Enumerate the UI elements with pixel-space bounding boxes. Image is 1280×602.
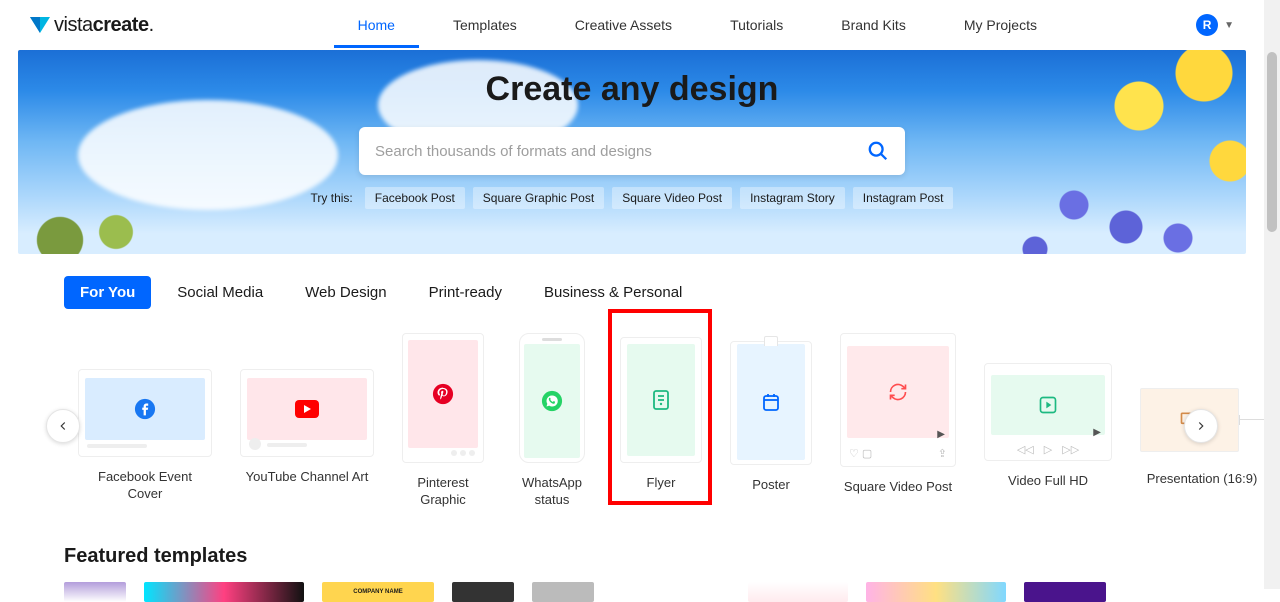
- format-label: Video Full HD: [1008, 473, 1088, 490]
- format-thumb: ▶ ◁◁▷▷▷: [984, 363, 1112, 461]
- template-thumb[interactable]: [144, 582, 304, 602]
- refresh-icon: [888, 382, 908, 402]
- format-video-full-hd[interactable]: ▶ ◁◁▷▷▷ Video Full HD: [984, 333, 1112, 490]
- hero-title: Create any design: [486, 70, 779, 109]
- carousel-next-button[interactable]: [1184, 409, 1218, 443]
- nav-creative-assets[interactable]: Creative Assets: [551, 3, 696, 48]
- flyer-icon: [651, 389, 671, 411]
- format-label: Facebook Event Cover: [80, 469, 210, 503]
- template-thumb[interactable]: [452, 582, 514, 602]
- chevron-right-icon: [1194, 419, 1208, 433]
- template-thumb[interactable]: [532, 582, 594, 602]
- format-whatsapp-status[interactable]: WhatsApp status: [512, 333, 592, 509]
- nav-brand-kits[interactable]: Brand Kits: [817, 3, 930, 48]
- format-thumb: [240, 369, 374, 457]
- formats-carousel: Facebook Event Cover YouTube Channel Art: [0, 333, 1264, 509]
- youtube-icon: [295, 400, 319, 418]
- chip-instagram-story[interactable]: Instagram Story: [740, 187, 845, 209]
- format-label: Flyer: [647, 475, 676, 492]
- format-square-video-post[interactable]: ▶ ♡ ▢ ⇪ Square Video Post: [840, 333, 956, 496]
- hero-decor-left: [18, 184, 158, 254]
- template-thumb[interactable]: [612, 582, 730, 602]
- calendar-icon: [762, 392, 780, 412]
- format-flyer[interactable]: Flyer: [620, 333, 702, 492]
- search-icon[interactable]: [867, 140, 889, 162]
- carousel-prev-button[interactable]: [46, 409, 80, 443]
- chevron-left-icon: [56, 419, 70, 433]
- tab-print-ready[interactable]: Print-ready: [413, 276, 518, 309]
- format-pinterest-graphic[interactable]: Pinterest Graphic: [402, 333, 484, 509]
- format-label: WhatsApp status: [512, 475, 592, 509]
- rewind-icon: ◁◁: [1017, 443, 1034, 456]
- forward-icon: ▷▷: [1062, 443, 1079, 456]
- featured-templates-title: Featured templates: [64, 545, 1264, 568]
- heart-icon: ♡ ▢: [849, 447, 872, 460]
- format-thumb: [730, 341, 812, 465]
- format-label: Presentation (16:9): [1147, 471, 1258, 488]
- search-bar[interactable]: [359, 127, 905, 175]
- format-thumb: ▶ ♡ ▢ ⇪: [840, 333, 956, 467]
- logo-text-2: create: [93, 14, 149, 37]
- tab-for-you[interactable]: For You: [64, 276, 151, 309]
- nav-my-projects[interactable]: My Projects: [940, 3, 1061, 48]
- tab-web-design[interactable]: Web Design: [289, 276, 402, 309]
- template-thumb[interactable]: [64, 582, 126, 602]
- header-right: R ▼: [1196, 14, 1234, 36]
- nav-tutorials[interactable]: Tutorials: [706, 3, 807, 48]
- whatsapp-icon: [541, 390, 563, 412]
- template-thumb[interactable]: [866, 582, 1006, 602]
- facebook-icon: [134, 398, 156, 420]
- chip-square-video-post[interactable]: Square Video Post: [612, 187, 732, 209]
- template-thumb[interactable]: [1024, 582, 1106, 602]
- scrollbar-thumb[interactable]: [1267, 52, 1277, 232]
- hero-decor-right: [996, 50, 1246, 254]
- user-menu-caret-icon[interactable]: ▼: [1224, 20, 1234, 31]
- template-thumb[interactable]: COMPANY NAME: [322, 582, 434, 602]
- share-icon: ⇪: [938, 447, 947, 460]
- logo-text-1: vista: [54, 14, 93, 37]
- play-indicator-icon: ▶: [1093, 427, 1101, 438]
- format-label: Square Video Post: [844, 479, 952, 496]
- format-poster[interactable]: Poster: [730, 333, 812, 494]
- chip-instagram-post[interactable]: Instagram Post: [853, 187, 954, 209]
- format-label: Poster: [752, 477, 790, 494]
- play-box-icon: [1038, 395, 1058, 415]
- template-thumb[interactable]: [748, 582, 848, 602]
- logo[interactable]: vistacreate.: [30, 14, 154, 37]
- logo-icon: [30, 15, 50, 35]
- tab-business-personal[interactable]: Business & Personal: [528, 276, 698, 309]
- main-nav: Home Templates Creative Assets Tutorials…: [334, 3, 1061, 48]
- category-tabs: For You Social Media Web Design Print-re…: [64, 276, 1264, 309]
- format-thumb: [78, 369, 212, 457]
- nav-templates[interactable]: Templates: [429, 3, 541, 48]
- nav-home[interactable]: Home: [334, 3, 419, 48]
- pinterest-icon: [432, 383, 454, 405]
- format-youtube-channel-art[interactable]: YouTube Channel Art: [240, 333, 374, 486]
- try-suggestions: Try this: Facebook Post Square Graphic P…: [311, 187, 954, 209]
- format-label: YouTube Channel Art: [246, 469, 369, 486]
- format-thumb: [402, 333, 484, 463]
- featured-templates-row: COMPANY NAME: [0, 582, 1264, 602]
- play-icon: ▷: [1044, 443, 1052, 456]
- top-header: vistacreate. Home Templates Creative Ass…: [0, 0, 1264, 50]
- page-scrollbar[interactable]: [1264, 0, 1280, 589]
- format-label: Pinterest Graphic: [402, 475, 484, 509]
- tab-social-media[interactable]: Social Media: [161, 276, 279, 309]
- format-facebook-event-cover[interactable]: Facebook Event Cover: [78, 333, 212, 503]
- search-input[interactable]: [375, 143, 867, 160]
- format-thumb: [620, 337, 702, 463]
- play-indicator-icon: ▶: [937, 429, 945, 440]
- logo-suffix: .: [149, 14, 154, 37]
- try-label: Try this:: [311, 191, 353, 205]
- chip-square-graphic-post[interactable]: Square Graphic Post: [473, 187, 604, 209]
- user-avatar[interactable]: R: [1196, 14, 1218, 36]
- format-thumb: [519, 333, 585, 463]
- chip-facebook-post[interactable]: Facebook Post: [365, 187, 465, 209]
- hero-banner: Create any design Try this: Facebook Pos…: [18, 50, 1246, 254]
